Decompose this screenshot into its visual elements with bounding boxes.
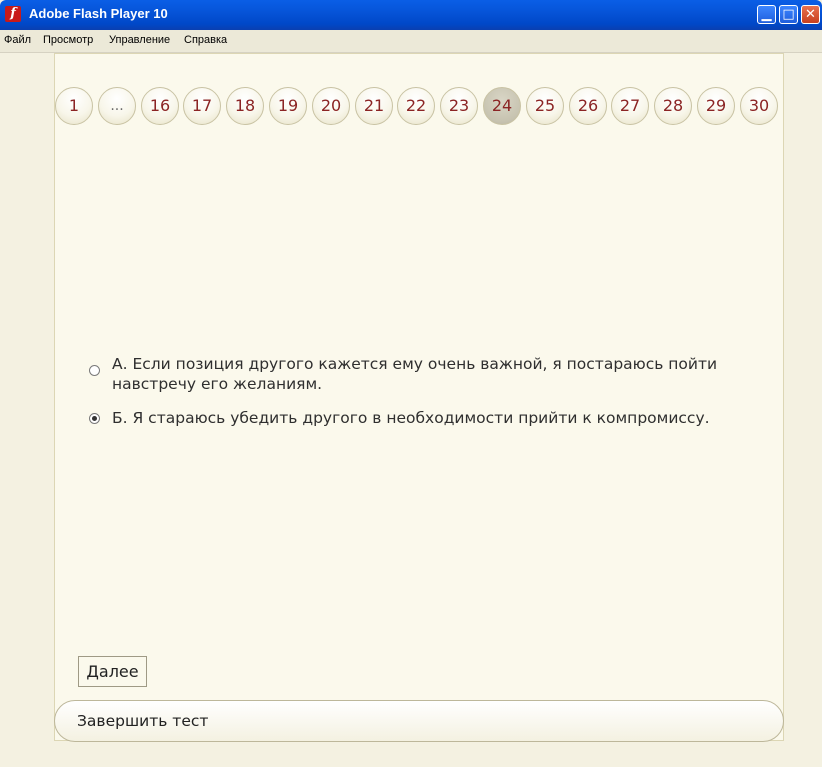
window-titlebar: f Adobe Flash Player 10 ▁ □ ✕ (0, 0, 822, 30)
page-button-21[interactable]: 21 (355, 87, 393, 125)
page-button-17[interactable]: 17 (183, 87, 221, 125)
menu-control[interactable]: Управление (109, 34, 170, 46)
radio-option-a[interactable] (89, 365, 100, 376)
window-title: Adobe Flash Player 10 (29, 6, 168, 21)
page-button-25[interactable]: 25 (526, 87, 564, 125)
page-button-16[interactable]: 16 (141, 87, 179, 125)
finish-test-button[interactable]: Завершить тест (54, 700, 784, 742)
page-button-20[interactable]: 20 (312, 87, 350, 125)
page-ellipsis-button[interactable]: ... (98, 87, 136, 125)
minimize-button[interactable]: ▁ (757, 5, 776, 24)
maximize-button[interactable]: □ (779, 5, 798, 24)
page-button-30[interactable]: 30 (740, 87, 778, 125)
page-button-29[interactable]: 29 (697, 87, 735, 125)
page-button-1[interactable]: 1 (55, 87, 93, 125)
page-button-27[interactable]: 27 (611, 87, 649, 125)
finish-test-label: Завершить тест (77, 712, 209, 730)
close-icon: ✕ (805, 7, 816, 22)
page-button-24[interactable]: 24 (483, 87, 521, 125)
menu-file[interactable]: Файл (4, 34, 31, 46)
answer-option-a-text: А. Если позиция другого кажется ему очен… (112, 355, 718, 393)
minimize-icon: ▁ (761, 7, 772, 22)
question-panel (54, 53, 784, 741)
page-button-19[interactable]: 19 (269, 87, 307, 125)
close-button[interactable]: ✕ (801, 5, 820, 24)
page-button-26[interactable]: 26 (569, 87, 607, 125)
maximize-icon: □ (782, 7, 795, 22)
page-button-28[interactable]: 28 (654, 87, 692, 125)
page-button-23[interactable]: 23 (440, 87, 478, 125)
next-button[interactable]: Далее (78, 656, 147, 687)
page-button-22[interactable]: 22 (397, 87, 435, 125)
menu-help[interactable]: Справка (184, 34, 227, 46)
menu-bar: Файл Просмотр Управление Справка (0, 30, 822, 53)
menu-view[interactable]: Просмотр (43, 34, 93, 46)
radio-option-b[interactable] (89, 413, 100, 424)
page-button-18[interactable]: 18 (226, 87, 264, 125)
answer-option-b-text: Б. Я стараюсь убедить другого в необходи… (112, 409, 710, 427)
radio-selected-dot (92, 416, 97, 421)
flash-player-icon: f (5, 6, 21, 22)
